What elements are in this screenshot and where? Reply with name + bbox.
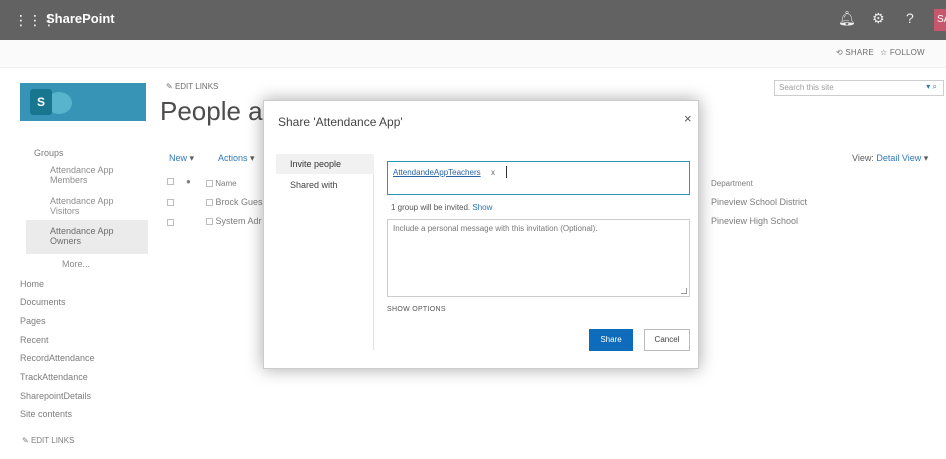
- invite-people-input[interactable]: AttendandeAppTeachers x: [387, 161, 690, 195]
- dialog-sidebar: Invite people Shared with: [276, 154, 374, 350]
- share-dialog: Share 'Attendance App' × Invite people S…: [263, 100, 699, 369]
- personal-message-textarea[interactable]: Include a personal message with this inv…: [387, 219, 690, 297]
- resize-handle[interactable]: [681, 288, 687, 294]
- invite-note: 1 group will be invited. Show: [391, 203, 492, 212]
- tab-shared-with[interactable]: Shared with: [290, 180, 338, 190]
- message-placeholder: Include a personal message with this inv…: [393, 224, 598, 233]
- close-icon[interactable]: ×: [684, 111, 692, 126]
- tab-invite-people[interactable]: Invite people: [276, 154, 374, 174]
- dialog-title: Share 'Attendance App': [278, 115, 403, 129]
- cancel-button[interactable]: Cancel: [644, 329, 690, 351]
- text-caret: [506, 166, 507, 178]
- show-options-link[interactable]: SHOW OPTIONS: [387, 306, 446, 313]
- share-submit-button[interactable]: Share: [589, 329, 633, 351]
- remove-invitee-icon[interactable]: x: [491, 168, 495, 177]
- invite-note-text: 1 group will be invited.: [391, 203, 471, 212]
- show-link[interactable]: Show: [472, 203, 492, 212]
- invitee-chip[interactable]: AttendandeAppTeachers: [393, 168, 481, 177]
